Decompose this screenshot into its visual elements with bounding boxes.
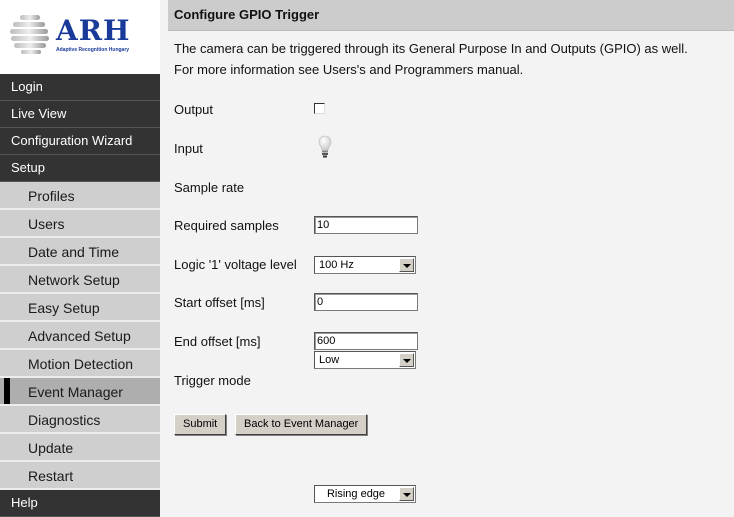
globe-logo-icon [10,15,49,54]
description-line-2: For more information see Users's and Pro… [174,62,524,77]
sidebar-item-profiles[interactable]: Profiles [0,182,160,210]
sidebar-item-restart[interactable]: Restart [0,462,160,490]
output-label: Output [174,102,214,117]
chevron-down-icon[interactable] [399,353,414,367]
sidebar-item-diagnostics[interactable]: Diagnostics [0,406,160,434]
lightbulb-off-icon [318,135,332,158]
sidebar-item-easy-setup[interactable]: Easy Setup [0,294,160,322]
sidebar-item-advanced-setup[interactable]: Advanced Setup [0,322,160,350]
page-title: Configure GPIO Trigger [168,0,734,31]
start-offset-label: Start offset [ms] [174,295,265,310]
trigger-mode-label: Trigger mode [174,373,251,388]
back-to-event-manager-button[interactable]: Back to Event Manager [235,414,368,435]
description-line-1: The camera can be triggered through its … [174,41,688,56]
end-offset-label: End offset [ms] [174,334,261,349]
input-label: Input [174,141,203,156]
sample-rate-label: Sample rate [174,180,245,195]
main-content: Configure GPIO Trigger The camera can be… [168,0,734,504]
sidebar-item-configuration-wizard[interactable]: Configuration Wizard [0,128,160,155]
trigger-mode-value: Rising edge [326,488,386,500]
sidebar-nav: Login Live View Configuration Wizard Set… [0,74,160,517]
sidebar-item-network-setup[interactable]: Network Setup [0,266,160,294]
brand-name: ARH [56,14,131,47]
sample-rate-value: 100 Hz [319,259,354,271]
logic-level-value: Low [319,354,340,366]
chevron-down-icon[interactable] [399,487,414,501]
sidebar-item-motion-detection[interactable]: Motion Detection [0,350,160,378]
sample-rate-select[interactable]: 100 Hz [314,256,416,274]
trigger-mode-select[interactable]: Rising edge [314,485,416,503]
sidebar-item-live-view[interactable]: Live View [0,101,160,128]
brand-tagline: Adaptive Recognition Hungary [56,47,130,53]
sidebar-item-update[interactable]: Update [0,434,160,462]
sidebar-item-login[interactable]: Login [0,74,160,101]
end-offset-input[interactable] [314,332,418,350]
chevron-down-icon[interactable] [399,258,414,272]
required-samples-input[interactable] [314,216,418,234]
sidebar-item-setup[interactable]: Setup [0,155,160,182]
sidebar: ARH Adaptive Recognition Hungary Login L… [0,0,160,517]
logic-level-select[interactable]: Low [314,351,416,369]
sidebar-item-event-manager[interactable]: Event Manager [0,378,160,406]
logo: ARH Adaptive Recognition Hungary [0,0,160,74]
submit-button[interactable]: Submit [174,414,227,435]
sidebar-item-date-and-time[interactable]: Date and Time [0,238,160,266]
sidebar-item-users[interactable]: Users [0,210,160,238]
start-offset-input[interactable] [314,293,418,311]
output-checkbox[interactable] [314,103,325,114]
required-samples-label: Required samples [174,218,279,233]
logic-level-label: Logic '1' voltage level [174,257,297,272]
